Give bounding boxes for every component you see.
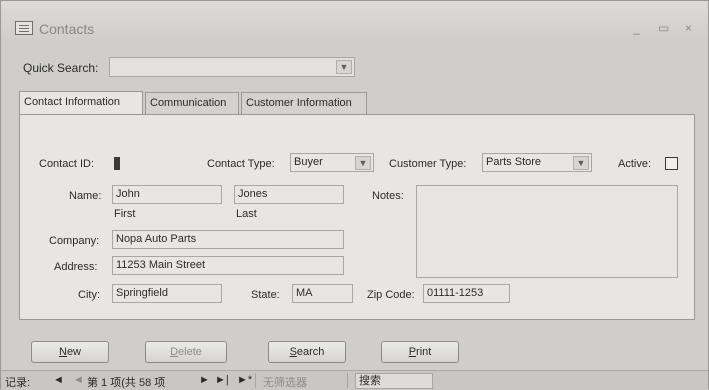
quick-search-combo[interactable]: ▼ [109,57,355,77]
customer-type-label: Customer Type: [389,158,467,170]
notes-field[interactable] [416,185,678,278]
contact-id-field[interactable] [112,154,188,173]
tab-contact-information[interactable]: Contact Information [19,91,143,114]
last-name-field[interactable]: Jones [234,185,344,204]
title-bar: Contacts _ ▭ × [1,1,708,43]
tab-customer-information[interactable]: Customer Information [241,92,367,114]
filter-status[interactable]: 无筛选器 [263,374,307,390]
zip-code-field[interactable]: 01111-1253 [423,284,510,303]
nav-divider [255,373,256,388]
chevron-down-icon[interactable]: ▼ [355,156,371,170]
delete-button[interactable]: Delete [145,341,227,363]
first-sub-label: First [114,208,136,220]
previous-record-icon[interactable]: ◄ [73,374,84,386]
state-label: State: [251,289,280,301]
name-label: Name: [69,190,102,202]
new-button[interactable]: New [31,341,109,363]
zip-code-label: Zip Code: [367,289,415,301]
nav-divider [347,373,348,388]
last-sub-label: Last [236,208,257,220]
contact-type-combo[interactable]: Buyer ▼ [290,153,374,172]
chevron-down-icon[interactable]: ▼ [336,60,352,74]
record-label: 记录: [5,377,31,389]
record-position-text[interactable]: 第 1 项(共 58 项 [87,374,165,390]
form-icon [15,21,33,35]
address-field[interactable]: 11253 Main Street [112,256,344,275]
search-button[interactable]: Search [268,341,346,363]
contact-id-label: Contact ID: [39,158,95,170]
record-navigation-bar: 记录: ◄ ◄ 第 1 项(共 58 项 ► ►| ►* 无筛选器 搜索 [1,370,708,390]
quick-search-label: Quick Search: [23,61,99,75]
active-checkbox[interactable] [665,157,678,170]
maximize-button[interactable]: ▭ [658,21,669,35]
company-label: Company: [49,235,100,247]
city-field[interactable]: Springfield [112,284,222,303]
text-cursor [114,157,120,170]
search-input[interactable]: 搜索 [355,373,433,389]
active-label: Active: [618,158,652,170]
contact-type-label: Contact Type: [207,158,275,170]
state-field[interactable]: MA [292,284,353,303]
contacts-form-window: Contacts _ ▭ × Quick Search: ▼ Contact I… [0,0,709,390]
address-label: Address: [54,261,98,273]
tab-communication[interactable]: Communication [145,92,239,114]
window-title: Contacts [39,21,95,37]
close-button[interactable]: × [685,21,692,35]
contact-type-value: Buyer [294,156,323,168]
company-field[interactable]: Nopa Auto Parts [112,230,344,249]
last-record-icon[interactable]: ►| [215,374,229,386]
new-record-icon[interactable]: ►* [237,374,252,386]
notes-label: Notes: [372,190,404,202]
minimize-button[interactable]: _ [633,21,640,35]
customer-type-value: Parts Store [486,156,542,168]
next-record-icon[interactable]: ► [199,374,210,386]
city-label: City: [78,289,100,301]
chevron-down-icon[interactable]: ▼ [573,156,589,170]
first-record-icon[interactable]: ◄ [53,374,64,386]
first-name-field[interactable]: John [112,185,222,204]
print-button[interactable]: Print [381,341,459,363]
customer-type-combo[interactable]: Parts Store ▼ [482,153,592,172]
